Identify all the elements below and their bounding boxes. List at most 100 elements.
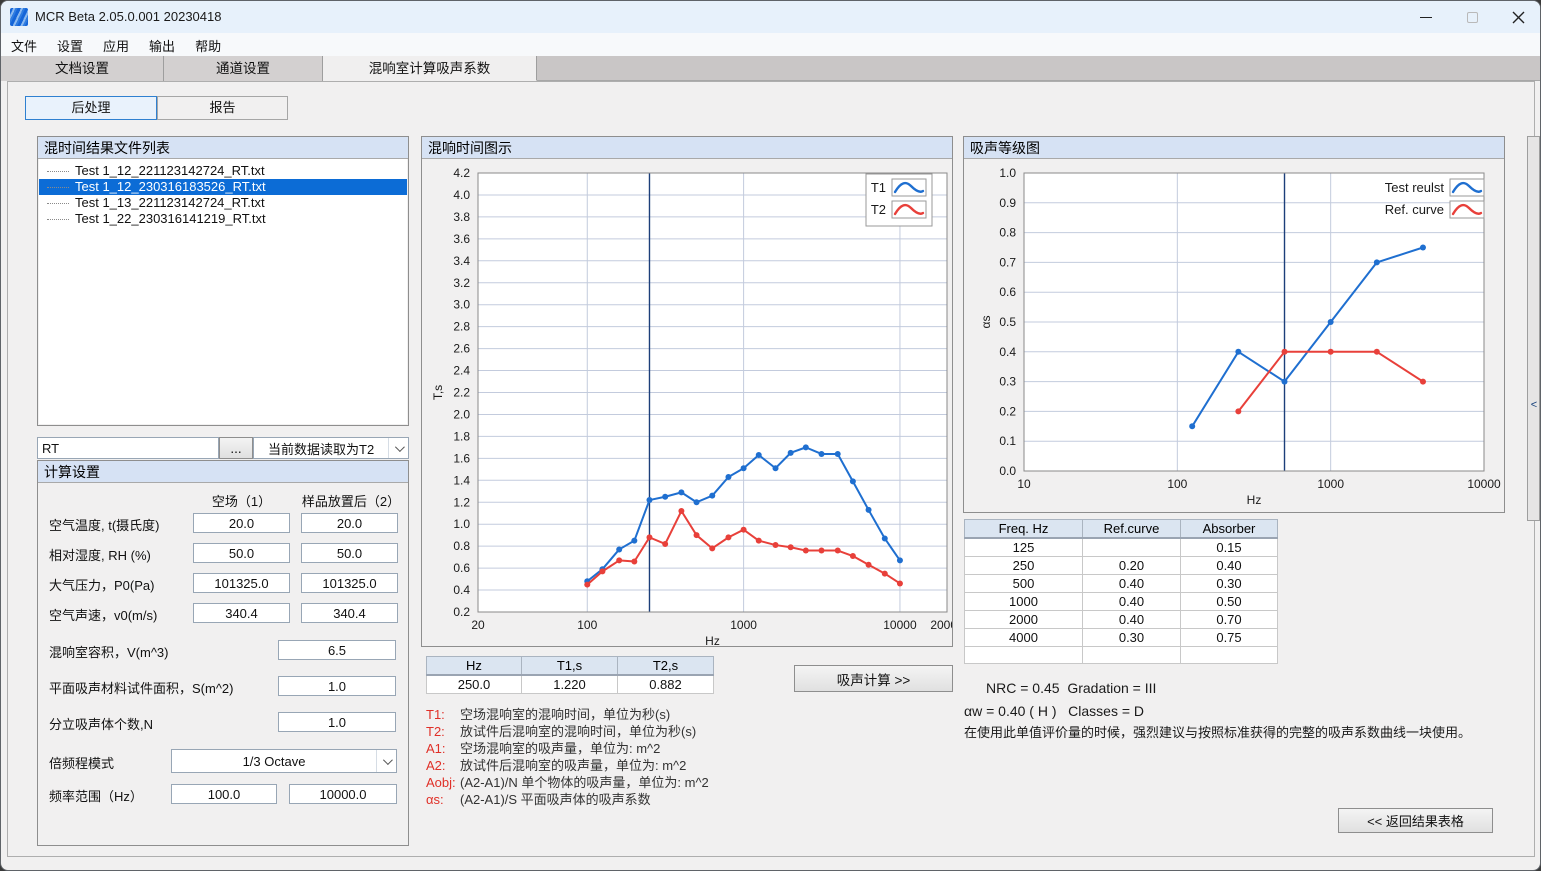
tab-1[interactable]: 通道设置	[164, 56, 323, 81]
grade-table-cell[interactable]: 0.30	[1083, 629, 1181, 647]
grade-table-row[interactable]: 125 0.15	[965, 538, 1278, 557]
svg-text:2.8: 2.8	[453, 320, 470, 334]
rt-chart[interactable]: 0.20.40.60.81.01.21.41.61.82.02.22.42.62…	[422, 158, 952, 646]
grade-chart[interactable]: 0.00.10.20.30.40.50.60.70.80.91.01010010…	[964, 158, 1504, 512]
temp-input-2[interactable]	[301, 513, 398, 533]
temp-input-1[interactable]	[193, 513, 290, 533]
rt-table-row[interactable]: 250.01.2200.882	[427, 675, 714, 694]
file-list-title: 混时间结果文件列表	[38, 137, 408, 159]
file-list-item[interactable]: Test 1_12_221123142724_RT.txt	[39, 163, 407, 179]
file-name: Test 1_13_221123142724_RT.txt	[75, 195, 265, 211]
splitter-strip[interactable]: <	[1527, 136, 1540, 521]
back-to-results-button[interactable]: << 返回结果表格	[1338, 808, 1493, 833]
svg-text:0.8: 0.8	[453, 539, 470, 553]
svg-text:2.2: 2.2	[453, 386, 470, 400]
octave-dropdown[interactable]: 1/3 Octave	[171, 749, 397, 773]
rt-name-input[interactable]	[37, 437, 219, 459]
svg-text:Hz: Hz	[1247, 493, 1262, 507]
grade-table-cell[interactable]: 500	[965, 575, 1083, 593]
file-list-item[interactable]: Test 1_12_230316183526_RT.txt	[39, 179, 407, 195]
data-read-dropdown[interactable]: 当前数据读取为T2	[253, 437, 409, 459]
grade-table-cell[interactable]: 250	[965, 557, 1083, 575]
grade-table-row[interactable]	[965, 647, 1278, 664]
chevron-down-icon	[388, 438, 408, 458]
grade-table-cell[interactable]: 0.40	[1181, 557, 1278, 575]
grade-table-cell[interactable]: 0.40	[1083, 575, 1181, 593]
grade-table-cell[interactable]: 4000	[965, 629, 1083, 647]
absorber-count-input[interactable]	[278, 712, 396, 732]
maximize-button[interactable]	[1449, 1, 1495, 33]
grade-table-cell[interactable]	[1083, 647, 1181, 664]
grade-table-cell[interactable]: 0.40	[1083, 611, 1181, 629]
absorb-calc-button[interactable]: 吸声计算 >>	[794, 665, 953, 692]
note-key: T1:	[426, 706, 460, 723]
tab-report[interactable]: 报告	[157, 96, 288, 120]
aw-result: αw = 0.40 ( H ) Classes = D	[964, 703, 1144, 719]
v0-input-2[interactable]	[301, 603, 398, 623]
grade-table-row[interactable]: 5000.400.30	[965, 575, 1278, 593]
tab-postprocess[interactable]: 后处理	[25, 96, 157, 120]
rh-input-1[interactable]	[193, 543, 290, 563]
tree-connector	[47, 187, 69, 188]
grade-table-cell[interactable]: 1000	[965, 593, 1083, 611]
grade-table-row[interactable]: 10000.400.50	[965, 593, 1278, 611]
grade-table-cell[interactable]: 0.20	[1083, 557, 1181, 575]
nrc-result: NRC = 0.45 Gradation = III	[986, 680, 1156, 696]
volume-input[interactable]	[278, 640, 396, 660]
grade-table-cell[interactable]: 0.70	[1181, 611, 1278, 629]
svg-text:T1: T1	[871, 180, 886, 195]
grade-table-cell[interactable]: 0.30	[1181, 575, 1278, 593]
note-text: 放试件后混响室的混响时间，单位为秒(s)	[460, 724, 696, 739]
p0-input-2[interactable]	[301, 573, 398, 593]
tab-0[interactable]: 文档设置	[1, 56, 164, 81]
rh-input-2[interactable]	[301, 543, 398, 563]
freq-to-input[interactable]	[289, 784, 397, 804]
svg-text:1.0: 1.0	[999, 166, 1016, 180]
menu-item[interactable]: 应用	[93, 33, 139, 58]
freq-range-label: 频率范围（Hz）	[49, 786, 143, 805]
svg-text:0.4: 0.4	[999, 345, 1016, 359]
svg-text:1.4: 1.4	[453, 473, 470, 487]
rt-table-cell[interactable]: 1.220	[522, 675, 618, 694]
tab-2[interactable]: 混响室计算吸声系数	[323, 56, 537, 81]
close-button[interactable]	[1495, 1, 1541, 33]
grade-table-cell[interactable]: 125	[965, 538, 1083, 557]
menu-item[interactable]: 帮助	[185, 33, 231, 58]
grade-table-cell[interactable]	[1083, 538, 1181, 557]
rt-table-cell[interactable]: 250.0	[427, 675, 522, 694]
grade-table-cell[interactable]	[1181, 647, 1278, 664]
note-text: (A2-A1)/S 平面吸声体的吸声系数	[460, 792, 651, 807]
svg-text:0.6: 0.6	[999, 285, 1016, 299]
grade-table: Freq. HzRef.curveAbsorber1250.152500.200…	[964, 519, 1278, 664]
grade-table-cell[interactable]: 0.75	[1181, 629, 1278, 647]
result-note: 在使用此单值评价量的时候，强烈建议与按照标准获得的完整的吸声系数曲线一块使用。	[964, 722, 1471, 741]
minimize-button[interactable]	[1403, 1, 1449, 33]
file-list-item[interactable]: Test 1_22_230316141219_RT.txt	[39, 211, 407, 227]
octave-value: 1/3 Octave	[172, 754, 376, 769]
v0-input-1[interactable]	[193, 603, 290, 623]
col-header-with-sample: 样品放置后（2）	[301, 491, 401, 510]
rt-table-cell[interactable]: 0.882	[618, 675, 714, 694]
collapse-arrow-icon[interactable]: <	[1529, 399, 1539, 411]
grade-table-cell[interactable]: 2000	[965, 611, 1083, 629]
grade-table-cell[interactable]: 0.50	[1181, 593, 1278, 611]
grade-table-cell[interactable]	[965, 647, 1083, 664]
tree-connector	[47, 171, 69, 172]
freq-from-input[interactable]	[171, 784, 277, 804]
menu-item[interactable]: 文件	[1, 33, 47, 58]
svg-text:10000: 10000	[883, 618, 917, 632]
browse-button[interactable]: ...	[219, 437, 253, 459]
note-line: T1:空场混响室的混响时间，单位为秒(s)	[426, 706, 709, 723]
grade-table-header: Ref.curve	[1083, 520, 1181, 539]
area-input[interactable]	[278, 676, 396, 696]
menu-item[interactable]: 设置	[47, 33, 93, 58]
p0-input-1[interactable]	[193, 573, 290, 593]
grade-table-row[interactable]: 2500.200.40	[965, 557, 1278, 575]
grade-table-row[interactable]: 40000.300.75	[965, 629, 1278, 647]
rt-table-header: T1,s	[522, 657, 618, 676]
menu-item[interactable]: 输出	[139, 33, 185, 58]
file-list-item[interactable]: Test 1_13_221123142724_RT.txt	[39, 195, 407, 211]
grade-table-cell[interactable]: 0.15	[1181, 538, 1278, 557]
grade-table-cell[interactable]: 0.40	[1083, 593, 1181, 611]
grade-table-row[interactable]: 20000.400.70	[965, 611, 1278, 629]
